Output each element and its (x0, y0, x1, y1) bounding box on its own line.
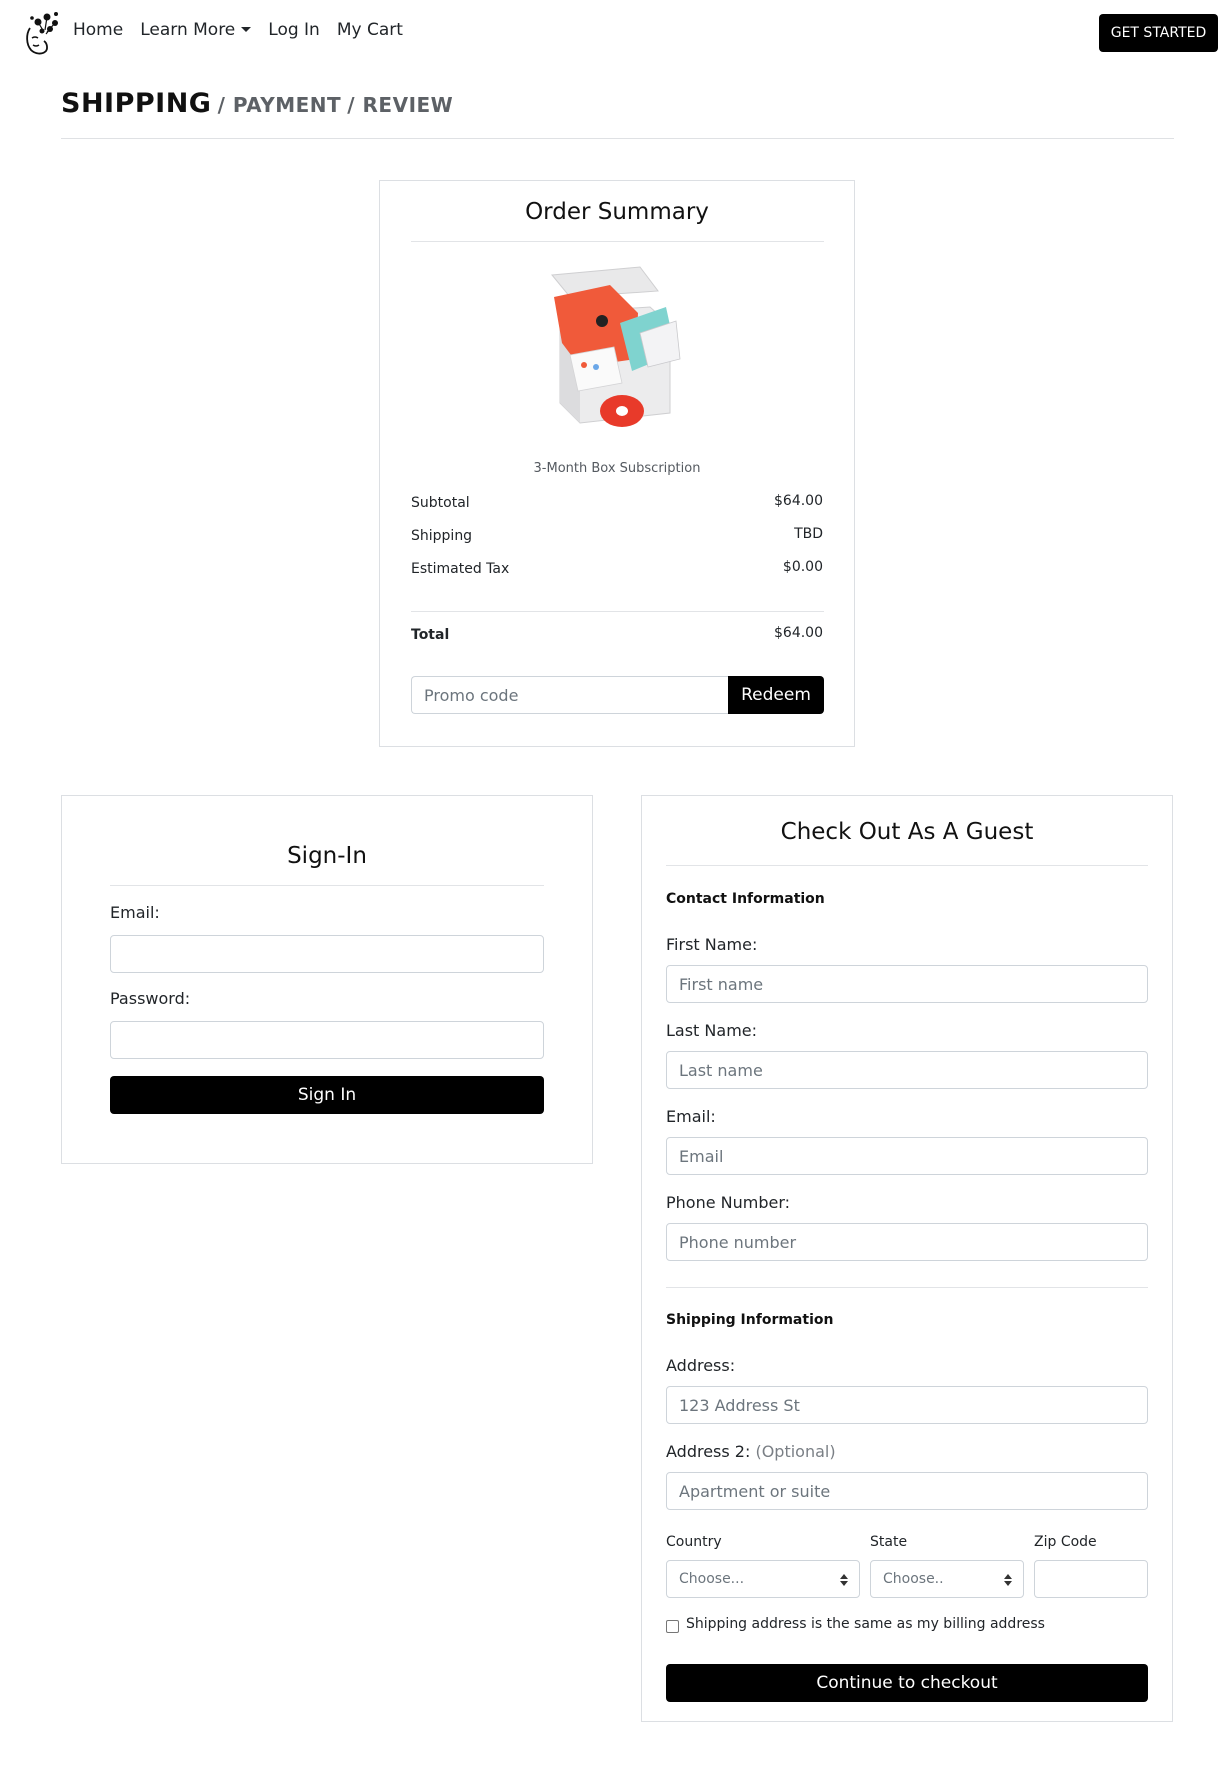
nav-my-cart[interactable]: My Cart (337, 20, 403, 40)
product-box-image (551, 266, 681, 427)
same-address-checkbox[interactable] (666, 1620, 679, 1633)
signin-password-label: Password: (110, 989, 191, 1008)
country-label: Country (666, 1534, 722, 1550)
guest-email-input[interactable]: Email (666, 1137, 1148, 1175)
first-name-input[interactable]: First name (666, 965, 1148, 1003)
nav-learn-more-label: Learn More (140, 20, 236, 40)
step-review: REVIEW (362, 93, 454, 117)
continue-to-checkout-button[interactable]: Continue to checkout (666, 1664, 1148, 1702)
address2-label: Address 2: (Optional) (666, 1442, 836, 1461)
navbar: Home Learn More Log In My Cart GET START… (0, 0, 1231, 66)
guest-title: Check Out As A Guest (780, 819, 1034, 845)
nav-log-in[interactable]: Log In (268, 20, 320, 40)
address2-input[interactable]: Apartment or suite (666, 1472, 1148, 1510)
signin-card: Sign-In Email: Password: Sign In (61, 795, 593, 1164)
nav-links: Home Learn More Log In My Cart (73, 20, 420, 40)
signin-email-label: Email: (110, 903, 160, 922)
select-arrows-icon (1004, 1574, 1012, 1586)
shipping-value: TBD (794, 526, 823, 542)
state-select[interactable]: Choose.. (870, 1560, 1024, 1598)
step-payment: PAYMENT (232, 93, 342, 117)
select-arrows-icon (840, 1574, 848, 1586)
tax-value: $0.00 (782, 559, 823, 575)
country-selected-value: Choose... (679, 1571, 745, 1587)
promo-group: Promo code Redeem (411, 676, 824, 714)
same-address-label: Shipping address is the same as my billi… (686, 1616, 1045, 1632)
zip-label: Zip Code (1034, 1534, 1097, 1550)
get-started-button[interactable]: GET STARTED (1099, 14, 1218, 52)
step-shipping: SHIPPING (61, 88, 212, 119)
total-value: $64.00 (774, 625, 823, 641)
address2-label-text: Address 2: (666, 1442, 751, 1461)
order-summary-title: Order Summary (525, 199, 709, 225)
address-label: Address: (666, 1356, 736, 1375)
first-name-label: First Name: (666, 935, 758, 954)
phone-label: Phone Number: (666, 1193, 791, 1212)
shipping-information-heading: Shipping Information (666, 1312, 834, 1328)
nav-home[interactable]: Home (73, 20, 123, 40)
phone-input[interactable]: Phone number (666, 1223, 1148, 1261)
caret-down-icon (241, 27, 252, 32)
redeem-button[interactable]: Redeem (728, 676, 824, 714)
last-name-input[interactable]: Last name (666, 1051, 1148, 1089)
checkout-steps: SHIPPING / PAYMENT / REVIEW (61, 88, 453, 119)
subtotal-label: Subtotal (411, 495, 470, 511)
step-separator: / (347, 93, 363, 117)
state-selected-value: Choose.. (883, 1571, 944, 1587)
guest-checkout-card: Check Out As A Guest Contact Information… (641, 795, 1173, 1722)
product-name: 3-Month Box Subscription (533, 461, 701, 476)
tax-label: Estimated Tax (411, 561, 510, 577)
sign-in-button[interactable]: Sign In (110, 1076, 544, 1114)
last-name-label: Last Name: (666, 1021, 758, 1040)
order-summary-card: Order Summary 3-Month Box Subscription S… (379, 180, 855, 747)
divider (666, 865, 1148, 866)
country-select[interactable]: Choose... (666, 1560, 860, 1598)
guest-email-label: Email: (666, 1107, 716, 1126)
divider (411, 241, 824, 242)
divider (411, 611, 824, 612)
divider (110, 885, 544, 886)
signin-email-input[interactable] (110, 935, 544, 973)
divider (666, 1287, 1148, 1288)
nav-learn-more[interactable]: Learn More (140, 20, 252, 40)
signin-password-input[interactable] (110, 1021, 544, 1059)
logo-icon[interactable] (22, 10, 62, 56)
steps-divider (61, 138, 1174, 139)
optional-hint: (Optional) (755, 1442, 836, 1461)
step-separator: / (217, 93, 233, 117)
zip-input[interactable] (1034, 1560, 1148, 1598)
signin-title: Sign-In (287, 843, 367, 869)
subtotal-value: $64.00 (774, 493, 823, 509)
promo-code-input[interactable]: Promo code (411, 676, 728, 714)
address-input[interactable]: 123 Address St (666, 1386, 1148, 1424)
state-label: State (870, 1534, 908, 1550)
contact-information-heading: Contact Information (666, 891, 825, 907)
shipping-label: Shipping (411, 528, 473, 544)
total-label: Total (411, 627, 450, 643)
